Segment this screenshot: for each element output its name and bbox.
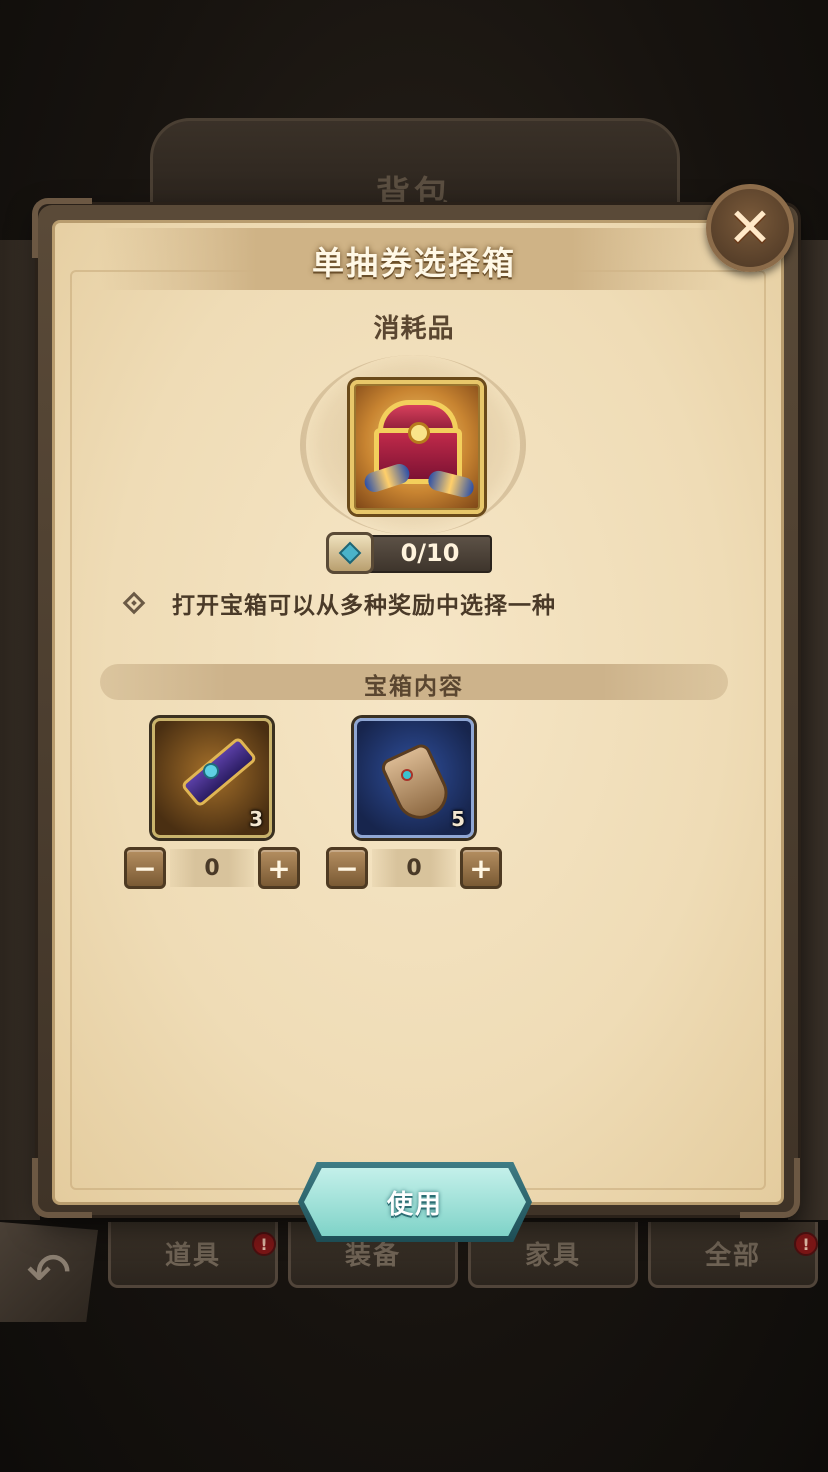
tab-items[interactable]: 道具: [108, 1222, 278, 1288]
decrement-button[interactable]: −: [326, 847, 368, 889]
use-button-label: 使用: [386, 1189, 443, 1220]
gem-icon: [203, 763, 219, 779]
tab-items-label: 道具: [164, 1241, 221, 1271]
increment-button[interactable]: +: [460, 847, 502, 889]
section-title: 宝箱内容: [364, 674, 464, 700]
reward-count: 5: [451, 807, 465, 831]
description-text: 打开宝箱可以从多种奖励中选择一种: [172, 593, 556, 619]
diamond-bullet-icon: [122, 591, 146, 615]
tab-all-label: 全部: [704, 1241, 761, 1271]
chest-lock: [408, 422, 430, 444]
background-left-frame: [0, 240, 40, 1220]
quantity-value: 0: [170, 849, 254, 887]
tab-furniture-label: 家具: [524, 1241, 581, 1271]
quantity-stepper: − 0 +: [124, 846, 300, 890]
chest-count-icon: [326, 532, 374, 574]
reward-item-scroll[interactable]: 5: [354, 718, 474, 838]
hero-scroll-icon: [378, 741, 456, 827]
owned-count: 0/10: [400, 539, 460, 567]
item-category: 消耗品: [373, 314, 455, 344]
frame-corner-ornament: [740, 1158, 800, 1218]
dialog-title: 单抽券选择箱: [311, 244, 516, 282]
use-button[interactable]: 使用: [304, 1168, 526, 1236]
reward-count: 3: [249, 807, 263, 831]
gauntlet-scroll-icon: [180, 736, 258, 808]
scroll-decoration: [426, 468, 476, 500]
back-button[interactable]: ↶: [0, 1222, 98, 1322]
close-button[interactable]: ✕: [706, 184, 794, 272]
back-arrow-icon: ↶: [26, 1240, 72, 1304]
decrement-button[interactable]: −: [124, 847, 166, 889]
close-icon: ✕: [727, 196, 773, 259]
frame-corner-ornament: [32, 1158, 92, 1218]
quantity-value: 0: [372, 849, 456, 887]
quantity-stepper: − 0 +: [326, 846, 502, 890]
description-row: 打开宝箱可以从多种奖励中选择一种: [120, 585, 740, 621]
scroll-decoration: [362, 461, 412, 495]
tab-all[interactable]: 全部: [648, 1222, 818, 1288]
increment-button[interactable]: +: [258, 847, 300, 889]
reward-item-gauntlet[interactable]: 3: [152, 718, 272, 838]
tab-items-alert-badge: !: [252, 1232, 276, 1256]
treasure-chest-icon: [350, 380, 484, 514]
gem-icon: [401, 769, 413, 781]
tab-all-alert-badge: !: [794, 1232, 818, 1256]
